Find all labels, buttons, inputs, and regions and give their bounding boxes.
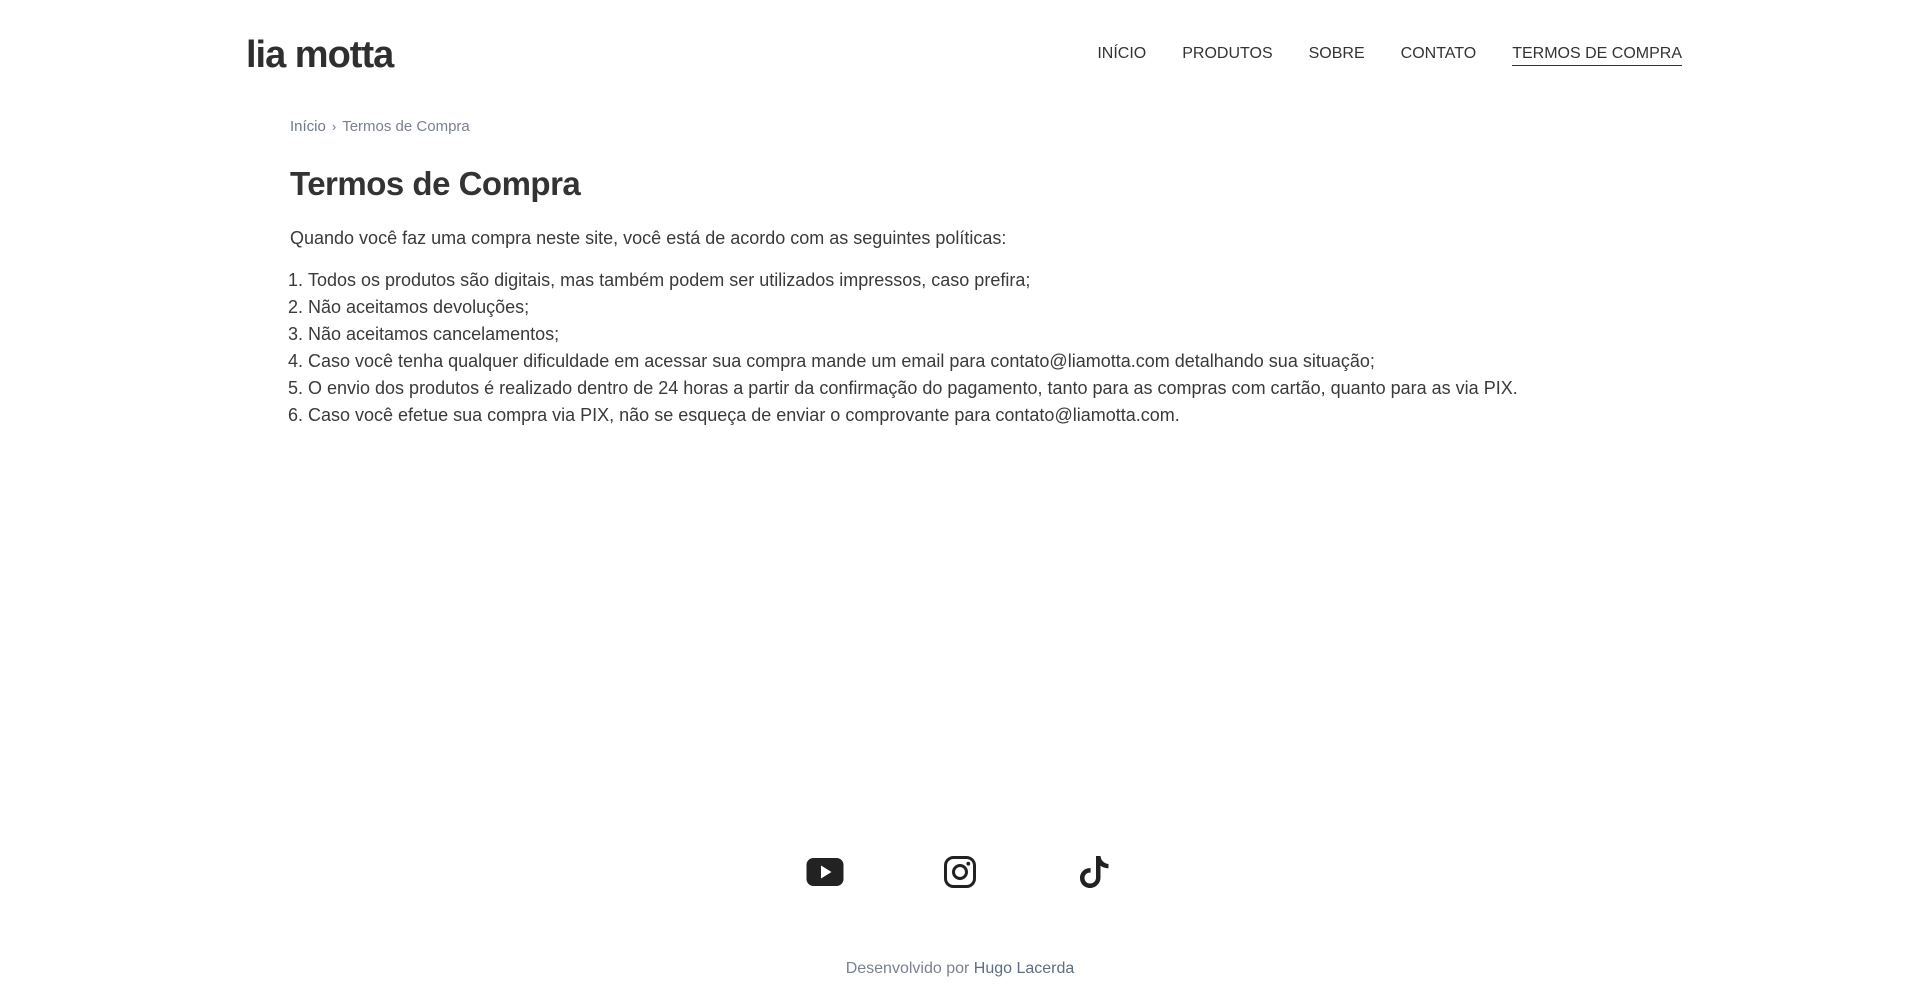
nav-item-inicio[interactable]: INÍCIO [1097, 45, 1146, 66]
nav-item-termos-de-compra[interactable]: TERMOS DE COMPRA [1512, 45, 1682, 66]
social-links [0, 852, 1920, 892]
terms-list: Todos os produtos são digitais, mas tamb… [290, 267, 1590, 429]
terms-list-item: Caso você tenha qualquer dificuldade em … [308, 348, 1590, 375]
terms-list-item: O envio dos produtos é realizado dentro … [308, 375, 1590, 402]
nav-item-sobre[interactable]: SOBRE [1309, 45, 1365, 66]
nav-item-contato[interactable]: CONTATO [1401, 45, 1477, 66]
terms-list-item: Não aceitamos devoluções; [308, 294, 1590, 321]
intro-text: Quando você faz uma compra neste site, v… [290, 228, 1007, 248]
main-nav: INÍCIO PRODUTOS SOBRE CONTATO TERMOS DE … [1097, 45, 1682, 66]
page-title: Termos de Compra [290, 165, 581, 202]
credit-prefix: Desenvolvido por [845, 960, 970, 977]
page: lia motta INÍCIO PRODUTOS SOBRE CONTATO … [0, 0, 1920, 994]
instagram-icon [944, 856, 976, 888]
tiktok-link[interactable] [1075, 852, 1115, 892]
site-header: lia motta INÍCIO PRODUTOS SOBRE CONTATO … [246, 30, 1682, 80]
breadcrumb: Início › Termos de Compra [290, 118, 470, 135]
breadcrumb-separator: › [331, 119, 337, 134]
instagram-link[interactable] [940, 852, 980, 892]
site-logo[interactable]: lia motta [246, 34, 394, 77]
terms-list-item: Todos os produtos são digitais, mas tamb… [308, 267, 1590, 294]
youtube-icon [806, 858, 844, 886]
developer-link[interactable]: Hugo Lacerda [974, 960, 1075, 977]
terms-list-item: Caso você efetue sua compra via PIX, não… [308, 402, 1590, 429]
terms-list-item: Não aceitamos cancelamentos; [308, 321, 1590, 348]
footer-credit: Desenvolvido por Hugo Lacerda [0, 960, 1920, 978]
tiktok-icon [1080, 856, 1109, 888]
breadcrumb-home-link[interactable]: Início [290, 118, 326, 135]
main-content: Termos de Compra Quando você faz uma com… [290, 165, 1590, 429]
youtube-link[interactable] [805, 852, 845, 892]
nav-item-produtos[interactable]: PRODUTOS [1182, 45, 1272, 66]
breadcrumb-current: Termos de Compra [342, 118, 470, 135]
